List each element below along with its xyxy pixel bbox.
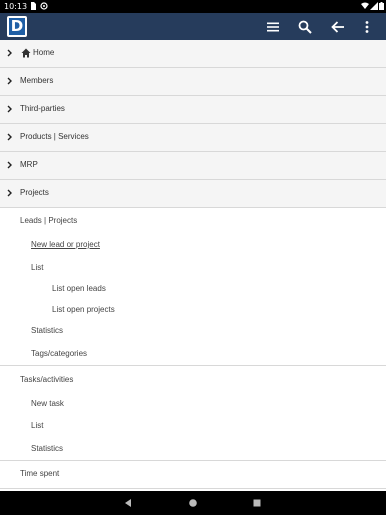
menu-item-home[interactable]: Home [0, 40, 386, 68]
menu-item-members[interactable]: Members [0, 68, 386, 96]
menu-item-mrp[interactable]: MRP [0, 152, 386, 180]
menu-item-label: MRP [20, 160, 38, 169]
chevron-right-icon [7, 77, 12, 85]
sim-card-icon [31, 2, 36, 10]
menu-item-projects[interactable]: Projects [0, 180, 386, 208]
main-menu: Home Members Third-parties Products | Se… [0, 40, 386, 491]
menu-item-label: Third-parties [20, 104, 65, 113]
system-navigation-bar [0, 491, 386, 515]
chevron-right-icon [7, 133, 12, 141]
chevron-right-icon [7, 49, 12, 57]
divider [0, 460, 386, 461]
menu-item-label: Home [33, 48, 55, 57]
overflow-menu-icon[interactable] [362, 19, 372, 35]
submenu-item-list[interactable]: List [31, 421, 43, 430]
submenu-item-list[interactable]: List [31, 263, 43, 272]
chevron-right-icon [7, 189, 12, 197]
home-icon [21, 48, 31, 58]
submenu-item-statistics[interactable]: Statistics [31, 326, 63, 335]
submenu-item-list-open-leads[interactable]: List open leads [52, 284, 106, 293]
divider [0, 488, 386, 489]
submenu-heading-time-spent[interactable]: Time spent [20, 469, 59, 478]
app-bar: D [0, 13, 386, 40]
wifi-icon [361, 2, 369, 9]
logo-letter: D [9, 17, 25, 35]
submenu-item-statistics[interactable]: Statistics [31, 444, 63, 453]
sync-icon [40, 2, 48, 10]
app-logo[interactable]: D [7, 16, 27, 37]
submenu-heading-leads-projects[interactable]: Leads | Projects [20, 216, 77, 225]
menu-item-label: Members [20, 76, 54, 85]
status-time: 10:13 [4, 2, 28, 11]
status-bar: 10:13 [0, 0, 386, 13]
menu-item-products-services[interactable]: Products | Services [0, 124, 386, 152]
back-arrow-icon[interactable] [330, 19, 346, 35]
chevron-right-icon [7, 105, 12, 113]
menu-item-label: Products | Services [20, 132, 89, 141]
menu-item-third-parties[interactable]: Third-parties [0, 96, 386, 124]
battery-icon [379, 2, 384, 10]
chevron-right-icon [7, 161, 12, 169]
signal-icon [370, 2, 378, 10]
submenu-item-list-open-projects[interactable]: List open projects [52, 305, 115, 314]
nav-recents-icon[interactable] [251, 497, 263, 509]
menu-item-label: Projects [20, 188, 49, 197]
submenu-heading-tasks-activities[interactable]: Tasks/activities [20, 375, 73, 384]
search-icon[interactable] [297, 19, 313, 35]
submenu-item-new-lead-or-project[interactable]: New lead or project [31, 240, 100, 249]
submenu-item-tags-categories[interactable]: Tags/categories [31, 349, 87, 358]
submenu-item-new-task[interactable]: New task [31, 399, 64, 408]
nav-back-icon[interactable] [122, 497, 134, 509]
menu-icon[interactable] [265, 19, 281, 35]
divider [0, 365, 386, 366]
nav-home-icon[interactable] [187, 497, 199, 509]
